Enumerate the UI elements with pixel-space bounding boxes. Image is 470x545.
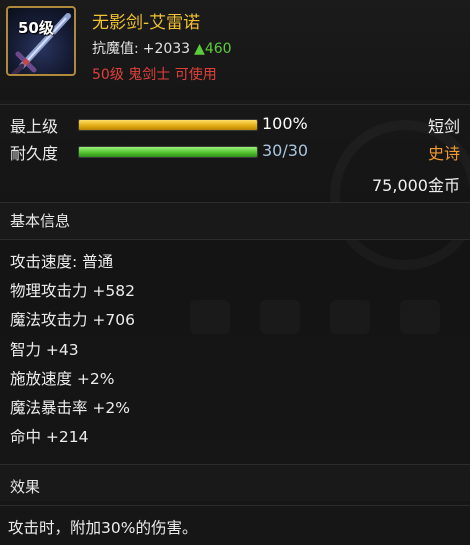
durability-label: 耐久度 [10, 144, 59, 163]
item-grade: 史诗 [427, 144, 460, 163]
upgrade-label: 最上级 [10, 117, 59, 136]
level-badge: 50级 [18, 19, 54, 37]
effect-title: 效果 [10, 478, 41, 496]
stat-physical-attack: 物理攻击力 +582 [10, 282, 135, 301]
basic-info-header [0, 203, 470, 239]
stat-magic-attack: 魔法攻击力 +706 [10, 311, 135, 330]
effect-header [0, 465, 470, 501]
upgrade-bar [78, 119, 258, 131]
item-price: 75,000金币 [372, 176, 460, 195]
durability-value: 30/30 [262, 141, 309, 160]
stat-cast-speed: 施放速度 +2% [10, 369, 115, 388]
item-type: 短剑 [427, 117, 460, 136]
requirement-text: 50级 鬼剑士 可使用 [92, 67, 217, 83]
stat-hit-rate: 命中 +214 [10, 428, 89, 447]
durability-bar [78, 146, 258, 158]
resist-base: +2033 [142, 41, 191, 57]
tooltip-header: 50级 无影剑-艾雷诺 抗魔值: +2033 ▲460 50级 鬼剑士 可使用 [0, 0, 470, 100]
stat-intelligence: 智力 +43 [10, 340, 79, 359]
stat-list: 攻击速度: 普通 物理攻击力 +582 魔法攻击力 +706 智力 +43 施放… [10, 248, 135, 452]
durability-bar-fill [79, 147, 257, 157]
basic-info-title: 基本信息 [10, 212, 71, 230]
item-icon-frame[interactable]: 50级 [6, 6, 76, 76]
divider [0, 104, 470, 105]
upgrade-value: 100% [262, 114, 308, 133]
stat-attack-speed: 攻击速度: 普通 [10, 253, 114, 271]
divider [0, 239, 470, 240]
upgrade-bar-fill [79, 120, 257, 130]
resist-stat: 抗魔值: +2033 ▲460 [92, 38, 232, 58]
background-watermark [175, 300, 455, 340]
divider [0, 505, 470, 506]
resist-label: 抗魔值: [92, 41, 139, 57]
stat-magic-crit: 魔法暴击率 +2% [10, 398, 131, 417]
effect-text: 攻击时，附加30%的伤害。 [8, 519, 198, 537]
resist-bonus: ▲460 [194, 41, 232, 57]
item-name: 无影剑-艾雷诺 [92, 13, 201, 33]
item-tooltip: 50级 无影剑-艾雷诺 抗魔值: +2033 ▲460 50级 鬼剑士 可使用 最上… [0, 0, 470, 545]
